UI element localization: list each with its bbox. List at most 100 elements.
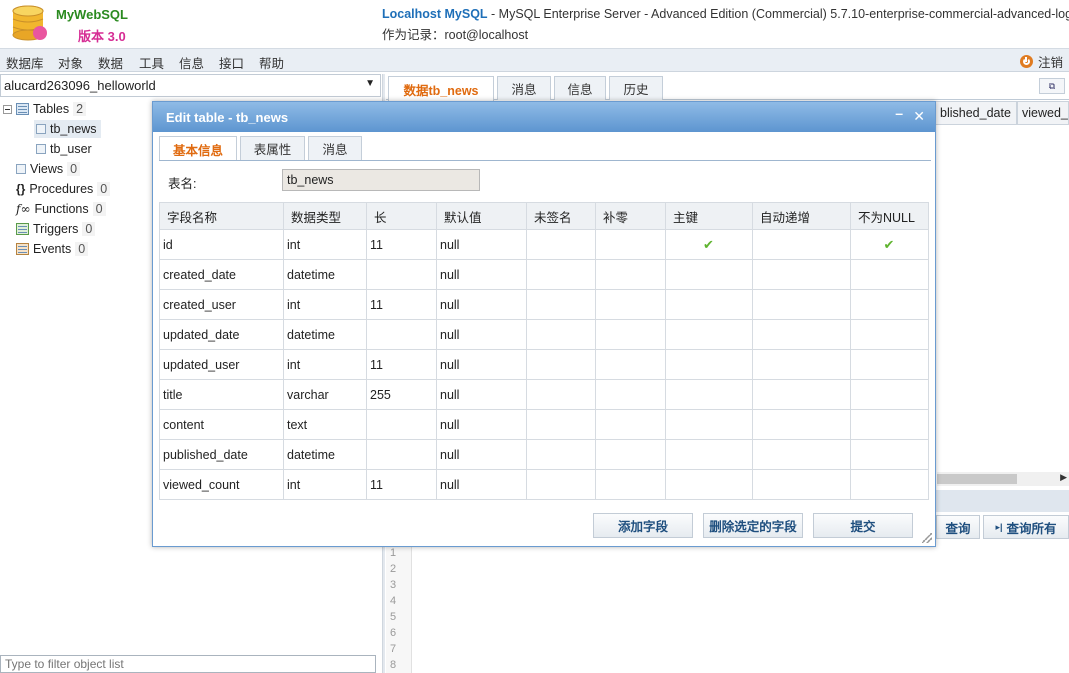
field-cell-primary[interactable] (665, 409, 753, 440)
database-select[interactable]: alucard263096_helloworld ▼ (0, 74, 381, 97)
tab-table-properties[interactable]: 表属性 (240, 136, 305, 160)
field-cell-zerofill[interactable] (595, 259, 666, 290)
horizontal-scrollbar[interactable]: ▶ (937, 472, 1069, 486)
field-cell-default[interactable]: null (436, 409, 527, 440)
tree-triggers[interactable]: Triggers 0 (16, 220, 96, 238)
field-cell-default[interactable]: null (436, 319, 527, 350)
field-cell-name[interactable]: id (159, 229, 284, 260)
tree-procedures[interactable]: {} Procedures 0 (16, 180, 111, 198)
field-cell-default[interactable]: null (436, 259, 527, 290)
field-cell-unsigned[interactable] (526, 319, 596, 350)
resize-handle-icon[interactable] (922, 533, 932, 543)
query-all-button[interactable]: ▸| 查询所有 (983, 515, 1069, 539)
field-cell-unsigned[interactable] (526, 379, 596, 410)
field-cell-not-null[interactable] (850, 259, 929, 290)
field-row[interactable]: published_date datetime null (159, 439, 929, 470)
field-cell-type[interactable]: varchar (283, 379, 367, 410)
field-cell-auto-inc[interactable] (752, 259, 851, 290)
field-cell-unsigned[interactable] (526, 259, 596, 290)
field-cell-primary[interactable] (665, 289, 753, 320)
field-cell-unsigned[interactable] (526, 439, 596, 470)
field-cell-name[interactable]: updated_date (159, 319, 284, 350)
field-cell-not-null[interactable] (850, 289, 929, 320)
restore-icon[interactable]: ⧉ (1039, 78, 1065, 94)
field-cell-type[interactable]: int (283, 349, 367, 380)
field-cell-name[interactable]: updated_user (159, 349, 284, 380)
tree-tables[interactable]: Tables 2 (3, 100, 87, 118)
field-cell-name[interactable]: title (159, 379, 284, 410)
field-cell-name[interactable]: content (159, 409, 284, 440)
scroll-right-icon[interactable]: ▶ (1060, 472, 1067, 483)
field-cell-primary[interactable]: ✔ (665, 229, 753, 260)
tree-functions[interactable]: f∞ Functions 0 (16, 200, 106, 218)
field-cell-primary[interactable] (665, 379, 753, 410)
field-row[interactable]: id int 11 null ✔ ✔ (159, 229, 929, 260)
field-cell-unsigned[interactable] (526, 289, 596, 320)
field-cell-not-null[interactable] (850, 469, 929, 500)
field-cell-default[interactable]: null (436, 469, 527, 500)
field-cell-length[interactable]: 11 (366, 469, 437, 500)
field-row[interactable]: content text null (159, 409, 929, 440)
field-cell-name[interactable]: viewed_count (159, 469, 284, 500)
field-cell-auto-inc[interactable] (752, 319, 851, 350)
tab-history[interactable]: 历史 (609, 76, 663, 100)
field-cell-auto-inc[interactable] (752, 289, 851, 320)
submit-button[interactable]: 提交 (813, 513, 913, 538)
tree-views[interactable]: Views 0 (16, 160, 81, 178)
field-cell-length[interactable]: 11 (366, 289, 437, 320)
dialog-title-bar[interactable]: Edit table - tb_news – ✕ (153, 102, 935, 132)
collapse-icon[interactable] (3, 104, 12, 114)
tab-info[interactable]: 信息 (554, 76, 606, 100)
field-cell-not-null[interactable]: ✔ (850, 229, 929, 260)
field-cell-not-null[interactable] (850, 319, 929, 350)
field-row[interactable]: viewed_count int 11 null (159, 469, 929, 500)
field-cell-type[interactable]: int (283, 469, 367, 500)
field-cell-auto-inc[interactable] (752, 349, 851, 380)
field-cell-auto-inc[interactable] (752, 469, 851, 500)
field-cell-unsigned[interactable] (526, 409, 596, 440)
field-cell-length[interactable]: 255 (366, 379, 437, 410)
tree-item-tb-news[interactable]: tb_news (34, 120, 101, 138)
menu-help[interactable]: 帮助 (259, 53, 284, 72)
field-row[interactable]: title varchar 255 null (159, 379, 929, 410)
tree-item-tb-user[interactable]: tb_user (36, 140, 92, 158)
field-cell-not-null[interactable] (850, 439, 929, 470)
menu-objects[interactable]: 对象 (58, 53, 83, 72)
field-cell-length[interactable]: 11 (366, 349, 437, 380)
tab-data[interactable]: 数据tb_news (388, 76, 494, 101)
field-cell-primary[interactable] (665, 349, 753, 380)
field-cell-default[interactable]: null (436, 289, 527, 320)
delete-selected-fields-button[interactable]: 删除选定的字段 (703, 513, 803, 538)
field-cell-zerofill[interactable] (595, 289, 666, 320)
field-cell-type[interactable]: text (283, 409, 367, 440)
field-cell-not-null[interactable] (850, 349, 929, 380)
tab-dialog-messages[interactable]: 消息 (308, 136, 362, 160)
menu-database[interactable]: 数据库 (6, 53, 44, 72)
field-cell-primary[interactable] (665, 319, 753, 350)
field-cell-auto-inc[interactable] (752, 379, 851, 410)
field-cell-default[interactable]: null (436, 229, 527, 260)
query-button[interactable]: 查询 (936, 515, 980, 539)
field-cell-not-null[interactable] (850, 409, 929, 440)
field-cell-name[interactable]: published_date (159, 439, 284, 470)
minimize-icon[interactable]: – (895, 105, 903, 121)
field-cell-length[interactable] (366, 409, 437, 440)
field-cell-type[interactable]: datetime (283, 439, 367, 470)
logout-button[interactable]: 注销 (1019, 52, 1063, 71)
table-name-field[interactable]: tb_news (282, 169, 480, 191)
field-cell-default[interactable]: null (436, 379, 527, 410)
field-cell-type[interactable]: int (283, 229, 367, 260)
field-cell-length[interactable] (366, 319, 437, 350)
grid-header-published-date[interactable]: blished_date (935, 101, 1017, 125)
field-cell-auto-inc[interactable] (752, 439, 851, 470)
field-cell-length[interactable] (366, 439, 437, 470)
field-cell-not-null[interactable] (850, 379, 929, 410)
field-cell-unsigned[interactable] (526, 349, 596, 380)
object-filter-input[interactable] (0, 655, 376, 673)
tab-basic-info[interactable]: 基本信息 (159, 136, 237, 161)
field-cell-type[interactable]: datetime (283, 319, 367, 350)
field-row[interactable]: updated_user int 11 null (159, 349, 929, 380)
field-cell-unsigned[interactable] (526, 469, 596, 500)
field-cell-zerofill[interactable] (595, 349, 666, 380)
field-cell-zerofill[interactable] (595, 319, 666, 350)
